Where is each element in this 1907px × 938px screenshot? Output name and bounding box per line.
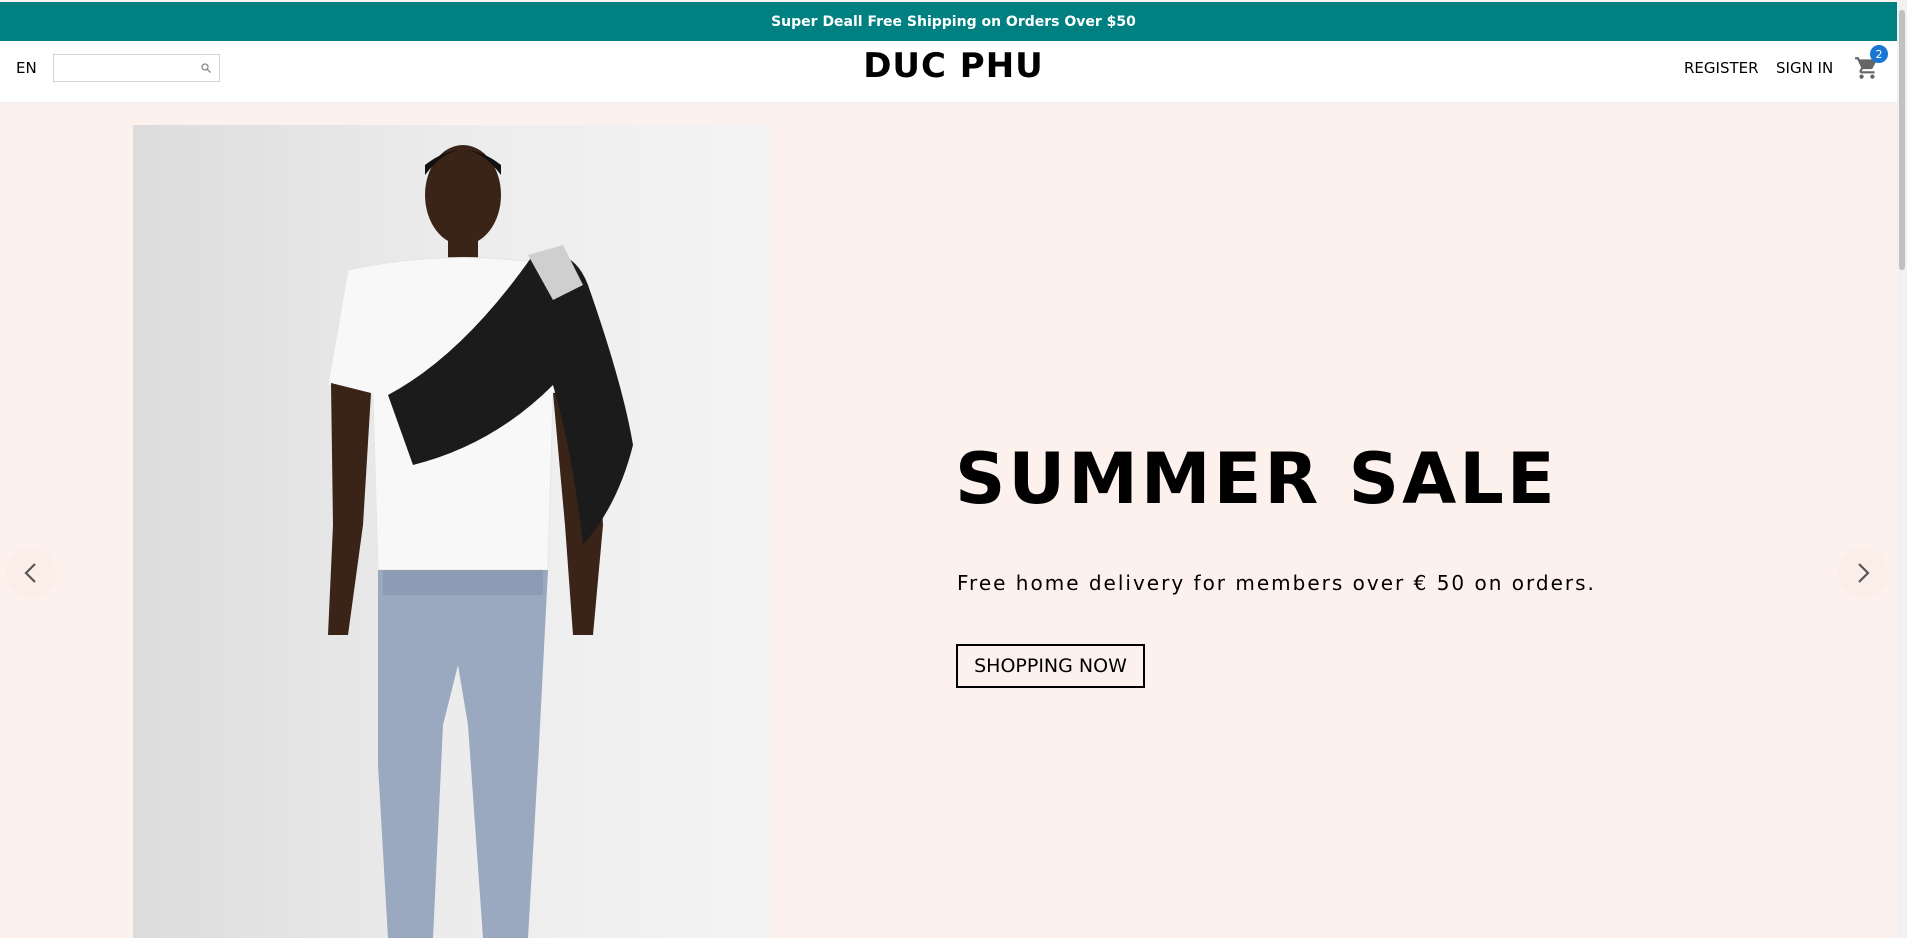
chevron-right-icon — [1858, 563, 1870, 583]
announcement-bar: Super Deall Free Shipping on Orders Over… — [0, 2, 1907, 41]
sign-in-link[interactable]: SIGN IN — [1776, 59, 1833, 77]
logo-container: DUC PHU — [0, 46, 1907, 86]
slider-prev-button[interactable] — [6, 548, 56, 598]
search-input[interactable] — [54, 55, 204, 81]
chevron-left-icon — [24, 563, 36, 583]
page-scrollbar[interactable] — [1897, 0, 1907, 938]
site-logo[interactable]: DUC PHU — [863, 46, 1044, 86]
navbar: EN DUC PHU REGISTER SIGN IN 2 — [0, 41, 1907, 103]
cart-badge: 2 — [1870, 45, 1888, 63]
hero-title: SUMMER SALE — [955, 438, 1558, 520]
hero-description: Free home delivery for members over € 50… — [957, 571, 1596, 595]
shopping-now-button[interactable]: SHOPPING NOW — [956, 644, 1145, 688]
announcement-text: Super Deall Free Shipping on Orders Over… — [771, 13, 1136, 30]
search-icon[interactable] — [200, 62, 212, 74]
register-link[interactable]: REGISTER — [1684, 59, 1759, 77]
hero-image — [133, 125, 770, 938]
language-selector[interactable]: EN — [16, 59, 37, 77]
search-box — [53, 54, 220, 82]
model-illustration — [327, 145, 633, 938]
slider-next-button[interactable] — [1838, 548, 1888, 598]
scrollbar-thumb[interactable] — [1899, 10, 1905, 270]
hero-slider: SUMMER SALE Free home delivery for membe… — [0, 103, 1907, 938]
